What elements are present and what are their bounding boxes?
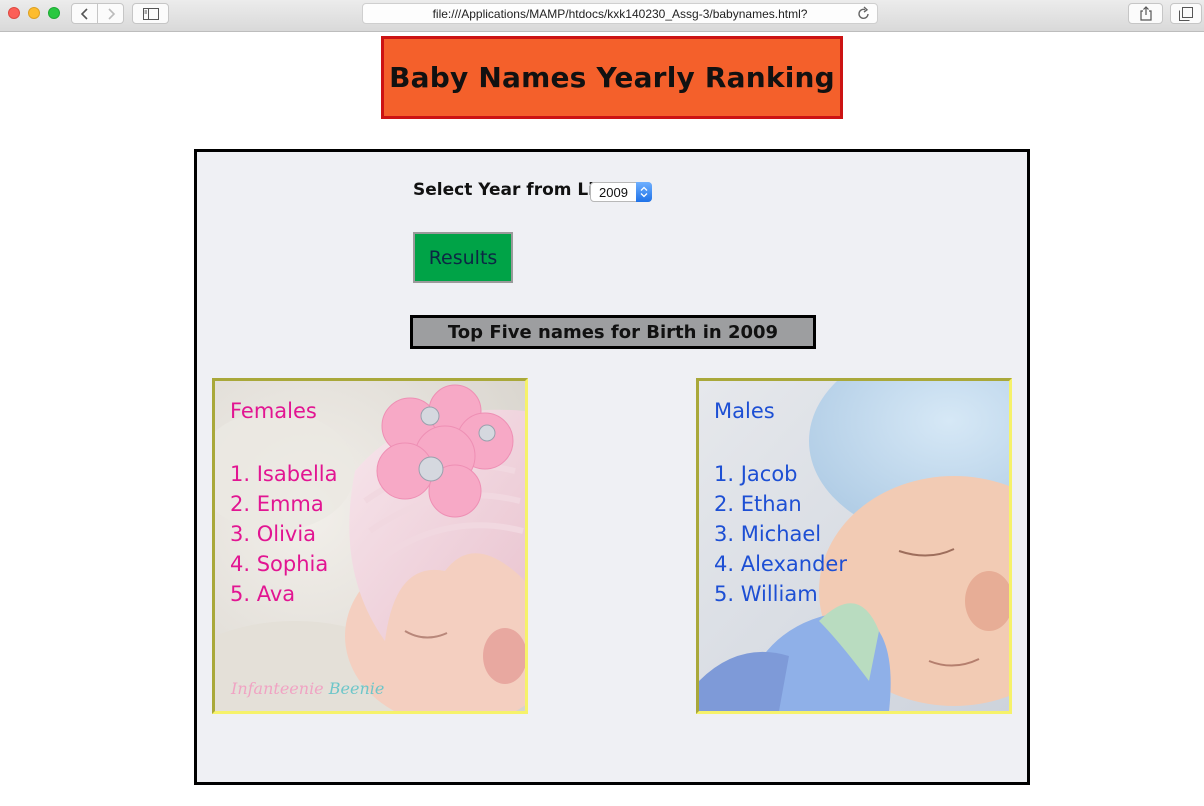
list-item: 5. William [714, 582, 818, 606]
tabs-icon [1179, 6, 1193, 21]
female-names-card: Females 1. Isabella 2. Emma 3. Olivia 4.… [212, 378, 528, 714]
share-icon [1139, 6, 1152, 21]
browser-toolbar: file:///Applications/MAMP/htdocs/kxk1402… [0, 0, 1204, 32]
tabs-button[interactable] [1170, 3, 1202, 24]
results-button[interactable]: Results [413, 232, 513, 283]
list-item: 2. Emma [230, 492, 324, 516]
page-banner: Baby Names Yearly Ranking [381, 36, 843, 119]
share-button[interactable] [1128, 3, 1163, 24]
zoom-window-button[interactable] [48, 7, 60, 19]
female-names-list: 1. Isabella 2. Emma 3. Olivia 4. Sophia … [230, 459, 338, 609]
back-arrow-icon [80, 7, 88, 20]
sidebar-button[interactable] [132, 3, 169, 24]
url-text: file:///Applications/MAMP/htdocs/kxk1402… [432, 7, 808, 21]
minimize-window-button[interactable] [28, 7, 40, 19]
list-item: 1. Isabella [230, 462, 338, 486]
reload-icon[interactable] [857, 6, 871, 21]
photo-watermark: Infanteenie Beenie [231, 679, 385, 698]
forward-arrow-icon [107, 7, 115, 20]
year-select-value: 2009 [599, 185, 628, 200]
sidebar-icon [142, 7, 159, 20]
male-names-card: Males 1. Jacob 2. Ethan 3. Michael 4. Al… [696, 378, 1012, 714]
list-item: 4. Alexander [714, 552, 847, 576]
close-window-button[interactable] [8, 7, 20, 19]
list-item: 3. Olivia [230, 522, 317, 546]
male-heading: Males [714, 399, 775, 423]
top-five-heading: Top Five names for Birth in 2009 [410, 315, 816, 349]
male-names-list: 1. Jacob 2. Ethan 3. Michael 4. Alexande… [714, 459, 847, 609]
year-select[interactable]: 2009 [590, 182, 652, 202]
list-item: 5. Ava [230, 582, 296, 606]
list-item: 4. Sophia [230, 552, 329, 576]
address-bar[interactable]: file:///Applications/MAMP/htdocs/kxk1402… [362, 3, 878, 24]
page-title: Baby Names Yearly Ranking [389, 61, 835, 94]
main-panel: Select Year from List: 2009 Results Top … [194, 149, 1030, 785]
list-item: 3. Michael [714, 522, 822, 546]
female-heading: Females [230, 399, 317, 423]
year-select-label: Select Year from List: [413, 180, 620, 200]
list-item: 1. Jacob [714, 462, 798, 486]
list-item: 2. Ethan [714, 492, 802, 516]
forward-button[interactable] [97, 3, 124, 24]
back-button[interactable] [71, 3, 98, 24]
select-stepper-icon [636, 182, 652, 202]
